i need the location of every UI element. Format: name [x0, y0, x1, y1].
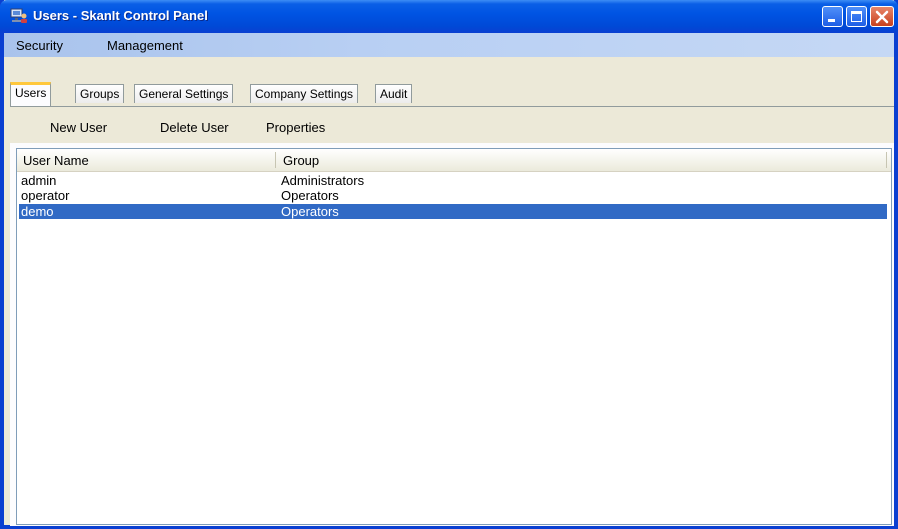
tab-general-settings[interactable]: General Settings — [134, 84, 234, 103]
column-divider[interactable] — [275, 152, 276, 168]
minimize-button[interactable] — [822, 6, 843, 27]
new-user-button[interactable]: New User — [50, 120, 107, 135]
minimize-icon — [828, 19, 835, 22]
user-name-cell: demo — [21, 204, 54, 219]
user-name-cell: admin — [21, 173, 57, 188]
maximize-button[interactable] — [846, 6, 867, 27]
toolbar: New User Delete User Properties — [10, 107, 894, 143]
menu-bar: Security Management — [4, 33, 894, 57]
column-header-group[interactable]: Group — [283, 153, 319, 168]
group-cell: Operators — [281, 188, 339, 203]
maximize-icon — [851, 11, 862, 22]
menu-security[interactable]: Security — [16, 38, 63, 53]
menu-management[interactable]: Management — [107, 38, 183, 53]
group-cell: Administrators — [281, 173, 365, 188]
tab-groups[interactable]: Groups — [75, 84, 125, 103]
properties-button[interactable]: Properties — [266, 120, 325, 135]
column-header-user-name[interactable]: User Name — [23, 153, 89, 168]
computer-users-icon — [10, 8, 28, 24]
app-window: Users - SkanIt Control Panel Security Ma… — [0, 0, 898, 529]
table-row[interactable]: operator Operators — [19, 188, 887, 203]
table-row-selected[interactable]: demo Operators — [19, 204, 887, 219]
tab-audit[interactable]: Audit — [375, 84, 413, 103]
user-name-cell: operator — [21, 188, 70, 203]
group-cell: Operators — [281, 204, 339, 219]
title-bar[interactable]: Users - SkanIt Control Panel — [0, 0, 898, 33]
close-icon — [875, 10, 889, 24]
column-divider[interactable] — [886, 152, 887, 168]
close-button[interactable] — [870, 6, 894, 27]
users-panel: New User Delete User Properties User Nam… — [10, 106, 894, 526]
table-row[interactable]: admin Administrators — [19, 173, 887, 188]
tab-users[interactable]: Users — [10, 82, 52, 106]
delete-user-button[interactable]: Delete User — [160, 120, 229, 135]
users-list[interactable]: User Name Group admin Administrators ope… — [16, 148, 892, 525]
tab-strip: Users Groups General Settings Company Se… — [4, 57, 894, 107]
list-header: User Name Group — [17, 149, 891, 172]
tab-company-settings[interactable]: Company Settings — [250, 84, 359, 103]
window-title: Users - SkanIt Control Panel — [33, 8, 208, 23]
